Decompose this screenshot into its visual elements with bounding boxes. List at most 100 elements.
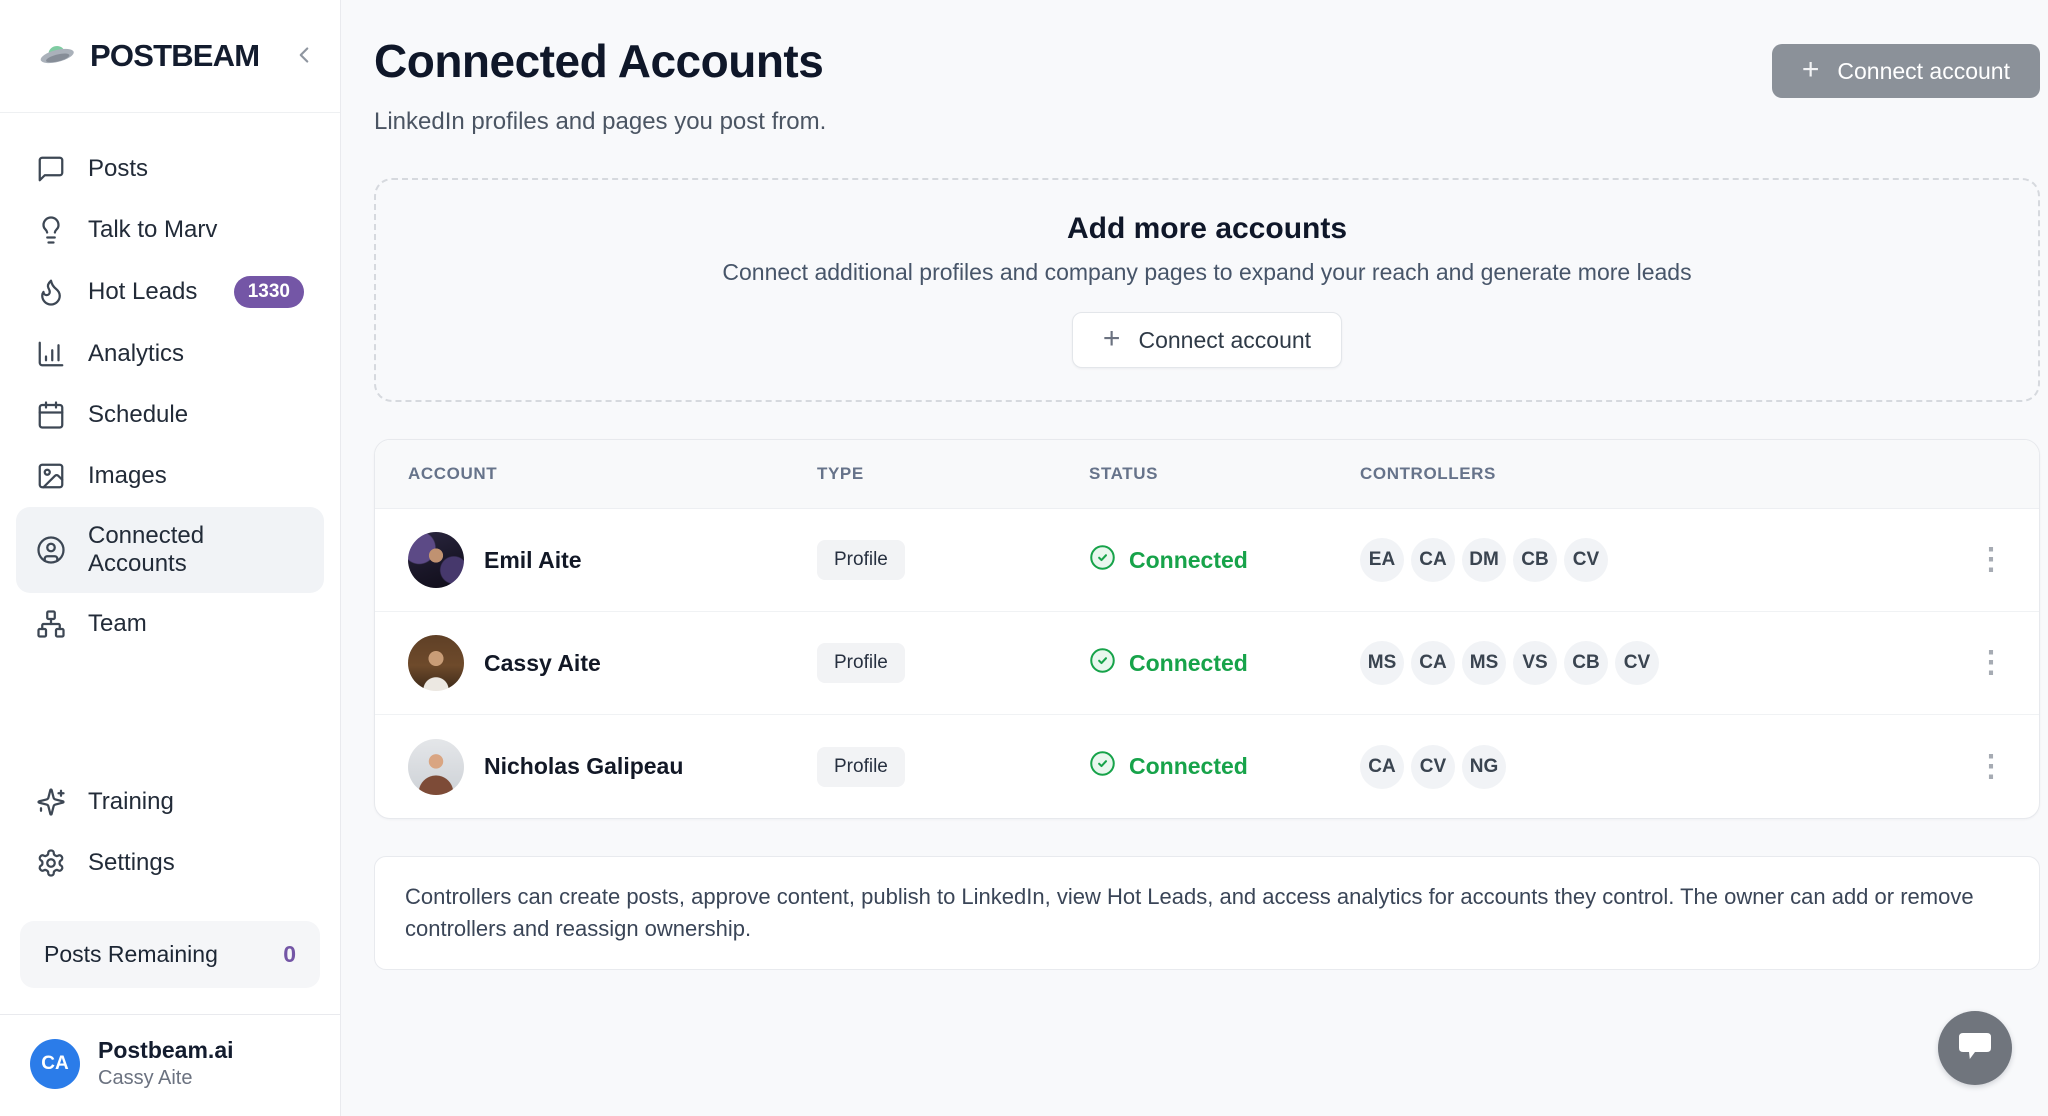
table-row: Emil Aite Profile Connected EA CA DM CB … <box>375 509 2039 612</box>
user-name: Cassy Aite <box>98 1067 234 1090</box>
controller-chip: CA <box>1411 641 1455 685</box>
add-more-accounts-panel: Add more accounts Connect additional pro… <box>374 178 2040 402</box>
sidebar-item-label: Schedule <box>88 401 188 429</box>
main-content: Connected Accounts LinkedIn profiles and… <box>341 0 2048 1116</box>
sidebar-item-label: Connected Accounts <box>88 522 304 578</box>
controllers-info-note: Controllers can create posts, approve co… <box>374 856 2040 970</box>
controller-chip: VS <box>1513 641 1557 685</box>
sidebar-nav: Posts Talk to Marv Hot Leads 1330 Analyt… <box>0 113 340 655</box>
sidebar-item-label: Settings <box>88 849 175 877</box>
sidebar: POSTBEAM Posts Talk to Marv Hot Leads 13… <box>0 0 341 1116</box>
add-box-subtitle: Connect additional profiles and company … <box>722 259 1691 286</box>
sparkles-icon <box>36 787 66 817</box>
controller-chip: MS <box>1462 641 1506 685</box>
check-circle-icon <box>1089 544 1116 577</box>
status-badge: Connected <box>1089 647 1360 680</box>
bar-chart-icon <box>36 339 66 369</box>
table-row: Cassy Aite Profile Connected MS CA MS VS… <box>375 612 2039 715</box>
user-avatar: CA <box>30 1039 80 1089</box>
row-actions-kebab-icon[interactable]: ⋮ <box>1976 648 2006 678</box>
column-header-controllers: CONTROLLERS <box>1360 464 1952 484</box>
sidebar-item-label: Images <box>88 462 167 490</box>
chat-bubble-icon <box>36 154 66 184</box>
posts-remaining-card: Posts Remaining 0 <box>20 921 320 988</box>
sidebar-item-label: Hot Leads <box>88 278 197 306</box>
controller-chip: NG <box>1462 745 1506 789</box>
account-type-badge: Profile <box>817 747 905 787</box>
account-type-badge: Profile <box>817 643 905 683</box>
check-circle-icon <box>1089 647 1116 680</box>
controller-chip: CA <box>1360 745 1404 789</box>
status-badge: Connected <box>1089 750 1360 783</box>
row-actions-kebab-icon[interactable]: ⋮ <box>1976 752 2006 782</box>
column-header-account: ACCOUNT <box>408 464 817 484</box>
controller-chip: CV <box>1615 641 1659 685</box>
lightbulb-icon <box>36 215 66 245</box>
check-circle-icon <box>1089 750 1116 783</box>
user-circle-icon <box>36 535 66 565</box>
table-header-row: ACCOUNT TYPE STATUS CONTROLLERS <box>375 440 2039 509</box>
account-type-badge: Profile <box>817 540 905 580</box>
account-avatar <box>408 635 464 691</box>
workspace-user-menu[interactable]: CA Postbeam.ai Cassy Aite <box>16 1015 324 1116</box>
image-icon <box>36 461 66 491</box>
row-actions-kebab-icon[interactable]: ⋮ <box>1976 545 2006 575</box>
controller-chip: CV <box>1564 538 1608 582</box>
posts-remaining-label: Posts Remaining <box>44 941 218 968</box>
controllers-list: CA CV NG <box>1360 745 1952 789</box>
account-avatar <box>408 739 464 795</box>
calendar-icon <box>36 400 66 430</box>
sidebar-item-label: Posts <box>88 155 148 183</box>
controller-chip: CB <box>1564 641 1608 685</box>
controller-chip: EA <box>1360 538 1404 582</box>
sidebar-item-hot-leads[interactable]: Hot Leads 1330 <box>16 261 324 323</box>
sidebar-item-training[interactable]: Training <box>16 772 324 832</box>
add-box-title: Add more accounts <box>1067 212 1347 246</box>
account-name: Emil Aite <box>484 547 582 574</box>
sidebar-item-talk-to-marv[interactable]: Talk to Marv <box>16 200 324 260</box>
chat-widget-button[interactable] <box>1938 1011 2012 1085</box>
flame-icon <box>36 277 66 307</box>
accounts-table: ACCOUNT TYPE STATUS CONTROLLERS Emil Ait… <box>374 439 2040 819</box>
sidebar-item-connected-accounts[interactable]: Connected Accounts <box>16 507 324 593</box>
sidebar-item-label: Talk to Marv <box>88 216 217 244</box>
app-root: POSTBEAM Posts Talk to Marv Hot Leads 13… <box>0 0 2048 1116</box>
column-header-status: STATUS <box>1089 464 1360 484</box>
sidebar-item-label: Team <box>88 610 147 638</box>
plus-icon: + <box>1802 55 1820 85</box>
sidebar-item-analytics[interactable]: Analytics <box>16 324 324 384</box>
gear-icon <box>36 848 66 878</box>
sidebar-item-schedule[interactable]: Schedule <box>16 385 324 445</box>
table-body: Emil Aite Profile Connected EA CA DM CB … <box>375 509 2039 818</box>
sidebar-item-posts[interactable]: Posts <box>16 139 324 199</box>
sidebar-item-team[interactable]: Team <box>16 594 324 654</box>
page-header: Connected Accounts LinkedIn profiles and… <box>374 26 2040 136</box>
sidebar-item-label: Training <box>88 788 174 816</box>
page-subtitle: LinkedIn profiles and pages you post fro… <box>374 108 826 136</box>
connect-account-button-top[interactable]: + Connect account <box>1772 44 2040 98</box>
page-title: Connected Accounts <box>374 34 826 88</box>
sidebar-collapse-button[interactable] <box>286 38 322 74</box>
sidebar-bottom: Training Settings Posts Remaining 0 CA P… <box>0 772 340 1116</box>
controller-chip: CB <box>1513 538 1557 582</box>
status-badge: Connected <box>1089 544 1360 577</box>
controller-chip: CA <box>1411 538 1455 582</box>
brand-name: POSTBEAM <box>90 38 259 74</box>
controller-chip: MS <box>1360 641 1404 685</box>
org-chart-icon <box>36 609 66 639</box>
posts-remaining-value: 0 <box>283 941 296 968</box>
account-avatar <box>408 532 464 588</box>
ufo-logo-icon <box>36 37 78 76</box>
sidebar-header: POSTBEAM <box>0 0 340 113</box>
chat-bubble-icon <box>1957 1031 1993 1066</box>
controller-chip: CV <box>1411 745 1455 789</box>
sidebar-item-images[interactable]: Images <box>16 446 324 506</box>
workspace-name: Postbeam.ai <box>98 1037 234 1064</box>
connect-account-button-inline[interactable]: + Connect account <box>1072 312 1342 368</box>
sidebar-item-settings[interactable]: Settings <box>16 833 324 893</box>
chevron-left-icon <box>291 42 317 71</box>
hot-leads-count-badge: 1330 <box>234 276 304 308</box>
brand-logo: POSTBEAM <box>36 37 286 76</box>
controller-chip: DM <box>1462 538 1506 582</box>
plus-icon: + <box>1103 324 1121 354</box>
